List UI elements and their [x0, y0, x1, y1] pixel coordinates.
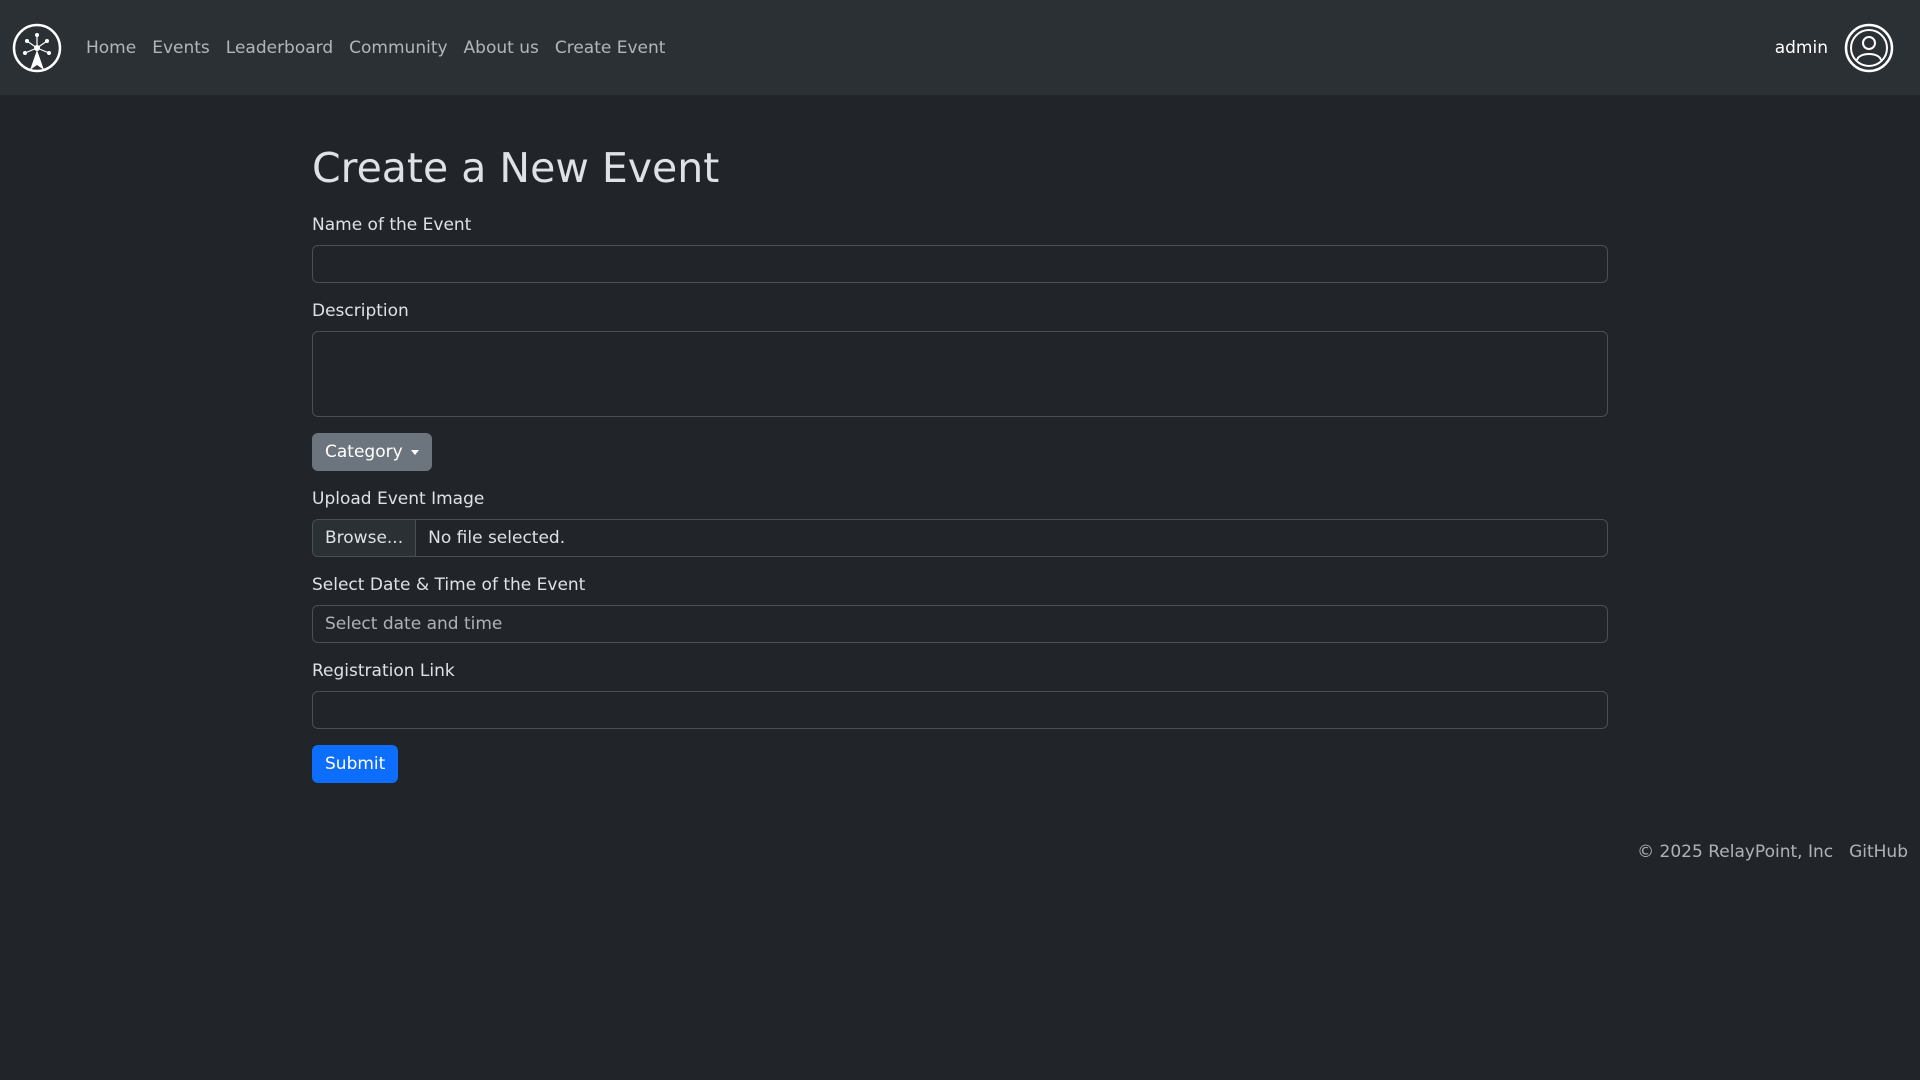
- file-input[interactable]: Browse... No file selected.: [312, 519, 1608, 557]
- datetime-label: Select Date & Time of the Event: [312, 575, 586, 595]
- event-name-input[interactable]: [312, 245, 1608, 283]
- page-title: Create a New Event: [312, 144, 720, 192]
- footer: © 2025 RelayPoint, Inc GitHub: [1637, 840, 1908, 864]
- upload-image-label: Upload Event Image: [312, 489, 485, 509]
- username-label: admin: [1774, 37, 1828, 58]
- nav-link-leaderboard[interactable]: Leaderboard: [226, 38, 333, 58]
- nav-link-home[interactable]: Home: [86, 38, 136, 58]
- nav-link-about-us[interactable]: About us: [464, 38, 539, 58]
- top-navbar: Home Events Leaderboard Community About …: [0, 0, 1920, 95]
- datetime-group: Select Date & Time of the Event: [312, 573, 1608, 643]
- relay-logo-icon: [12, 23, 62, 73]
- category-group: Category: [312, 433, 1608, 471]
- nav-link-events[interactable]: Events: [152, 38, 210, 58]
- registration-group: Registration Link: [312, 659, 1608, 729]
- footer-github-link[interactable]: GitHub: [1849, 842, 1908, 862]
- registration-link-input[interactable]: [312, 691, 1608, 729]
- description-textarea[interactable]: [312, 331, 1608, 417]
- datetime-input[interactable]: [312, 605, 1608, 643]
- description-label: Description: [312, 301, 409, 321]
- nav-link-community[interactable]: Community: [349, 38, 447, 58]
- caret-down-icon: [410, 449, 419, 455]
- category-dropdown-button[interactable]: Category: [312, 433, 432, 471]
- user-avatar[interactable]: [1844, 23, 1894, 73]
- nav-link-create-event[interactable]: Create Event: [555, 38, 666, 58]
- brand-logo[interactable]: [12, 23, 62, 73]
- nav-user-area: admin: [1775, 0, 1894, 95]
- upload-group: Upload Event Image Browse... No file sel…: [312, 487, 1608, 557]
- description-group: Description: [312, 299, 1608, 417]
- name-group: Name of the Event: [312, 213, 1608, 283]
- nav-links: Home Events Leaderboard Community About …: [86, 0, 681, 95]
- footer-copyright: © 2025 RelayPoint, Inc: [1637, 842, 1834, 862]
- file-status-text: No file selected.: [428, 528, 566, 548]
- submit-button[interactable]: Submit: [312, 745, 399, 783]
- create-event-form: Create a New Event Name of the Event Des…: [312, 140, 1608, 783]
- user-circle-icon: [1844, 23, 1894, 72]
- browse-button[interactable]: Browse...: [313, 520, 417, 556]
- category-button-label: Category: [325, 442, 403, 462]
- registration-link-label: Registration Link: [312, 661, 455, 681]
- event-name-label: Name of the Event: [312, 215, 472, 235]
